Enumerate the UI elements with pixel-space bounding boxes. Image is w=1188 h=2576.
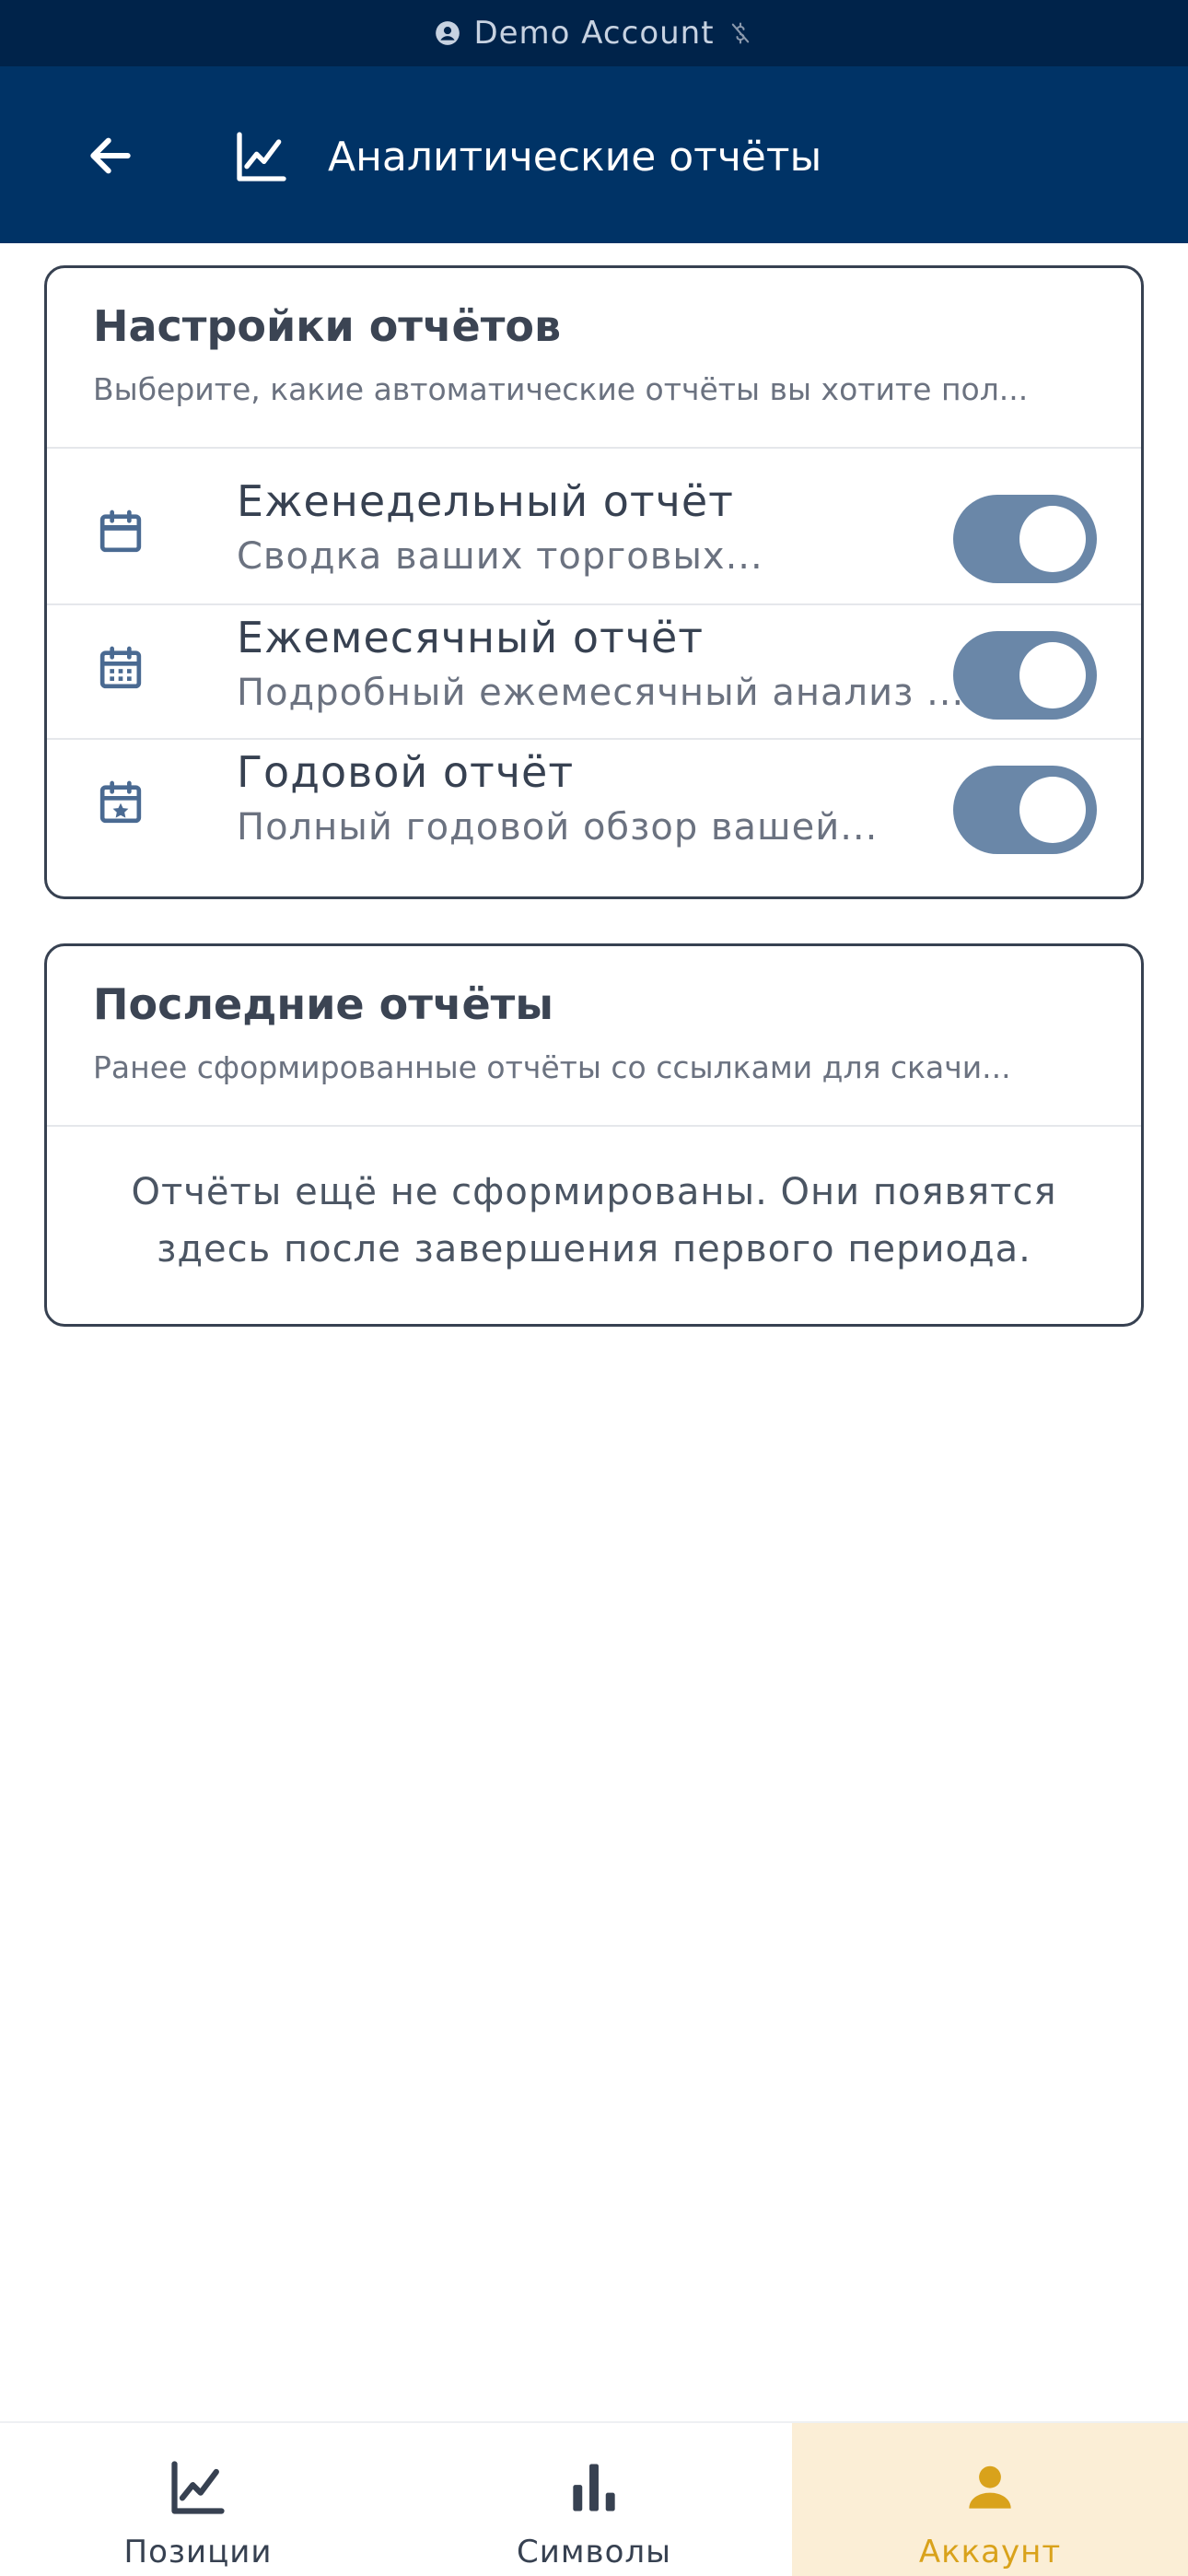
- toggle-knob: [1019, 777, 1086, 843]
- line-chart-icon: [237, 132, 286, 181]
- calendar-month-icon: [99, 646, 142, 689]
- report-title: Еженедельный отчёт: [237, 476, 734, 526]
- report-description: Сводка ваших торговых...: [237, 535, 763, 578]
- report-row-yearly: Годовой отчёт Полный годовой обзор вашей…: [47, 740, 1141, 874]
- calendar-star-icon: [99, 780, 142, 824]
- person-icon: [969, 2465, 1011, 2509]
- bar-chart-icon: [573, 2464, 615, 2512]
- toggle-knob: [1019, 642, 1086, 708]
- bottom-navigation: Позиции Символы Аккаунт: [0, 2421, 1188, 2576]
- account-circle-icon: [436, 21, 460, 45]
- toggle-knob: [1019, 506, 1086, 572]
- card-title: Последние отчёты: [93, 979, 553, 1029]
- report-title: Ежемесячный отчёт: [237, 613, 705, 662]
- nav-label: Символы: [517, 2534, 671, 2570]
- calendar-week-icon: [99, 509, 142, 553]
- report-description: Подробный ежемесячный анализ ...: [237, 672, 965, 714]
- weekly-report-toggle[interactable]: [953, 495, 1097, 583]
- report-row-monthly: Ежемесячный отчёт Подробный ежемесячный …: [47, 605, 1141, 740]
- nav-label: Позиции: [123, 2534, 273, 2570]
- nav-item-symbols[interactable]: Символы: [396, 2423, 792, 2576]
- line-chart-icon: [171, 2461, 225, 2514]
- page-title: Аналитические отчёты: [328, 133, 822, 181]
- monthly-report-toggle[interactable]: [953, 631, 1097, 720]
- card-subtitle: Ранее сформированные отчёты со ссылками …: [93, 1049, 1011, 1085]
- card-subtitle: Выберите, какие автоматические отчёты вы…: [93, 371, 1029, 407]
- nav-item-positions[interactable]: Позиции: [0, 2423, 396, 2576]
- demo-account-label: Demo Account: [473, 15, 715, 52]
- yearly-report-toggle[interactable]: [953, 766, 1097, 854]
- report-description: Полный годовой обзор вашей...: [237, 806, 879, 849]
- app-header: Аналитические отчёты: [0, 66, 1188, 243]
- divider: [47, 1125, 1141, 1127]
- nav-label: Аккаунт: [918, 2534, 1062, 2570]
- page: Demo Account Аналитические отчёты Настро…: [0, 0, 1188, 2576]
- empty-state-line: Отчёты ещё не сформированы. Они появятся: [131, 1171, 1057, 1213]
- nav-item-account[interactable]: Аккаунт: [792, 2423, 1188, 2576]
- divider: [47, 447, 1141, 449]
- arrow-back-icon: [90, 137, 131, 174]
- card-title: Настройки отчётов: [93, 301, 562, 351]
- money-off-icon: [731, 22, 749, 44]
- report-title: Годовой отчёт: [237, 747, 575, 797]
- recent-reports-card: Последние отчёты Ранее сформированные от…: [44, 943, 1144, 1327]
- empty-state-line: здесь после завершения первого периода.: [157, 1228, 1031, 1270]
- demo-account-banner: Demo Account: [0, 0, 1188, 66]
- report-row-weekly: Еженедельный отчёт Сводка ваших торговых…: [47, 469, 1141, 603]
- report-settings-card: Настройки отчётов Выберите, какие автома…: [44, 265, 1144, 899]
- back-button[interactable]: [74, 123, 147, 188]
- empty-state-message: Отчёты ещё не сформированы. Они появятся…: [47, 1164, 1141, 1278]
